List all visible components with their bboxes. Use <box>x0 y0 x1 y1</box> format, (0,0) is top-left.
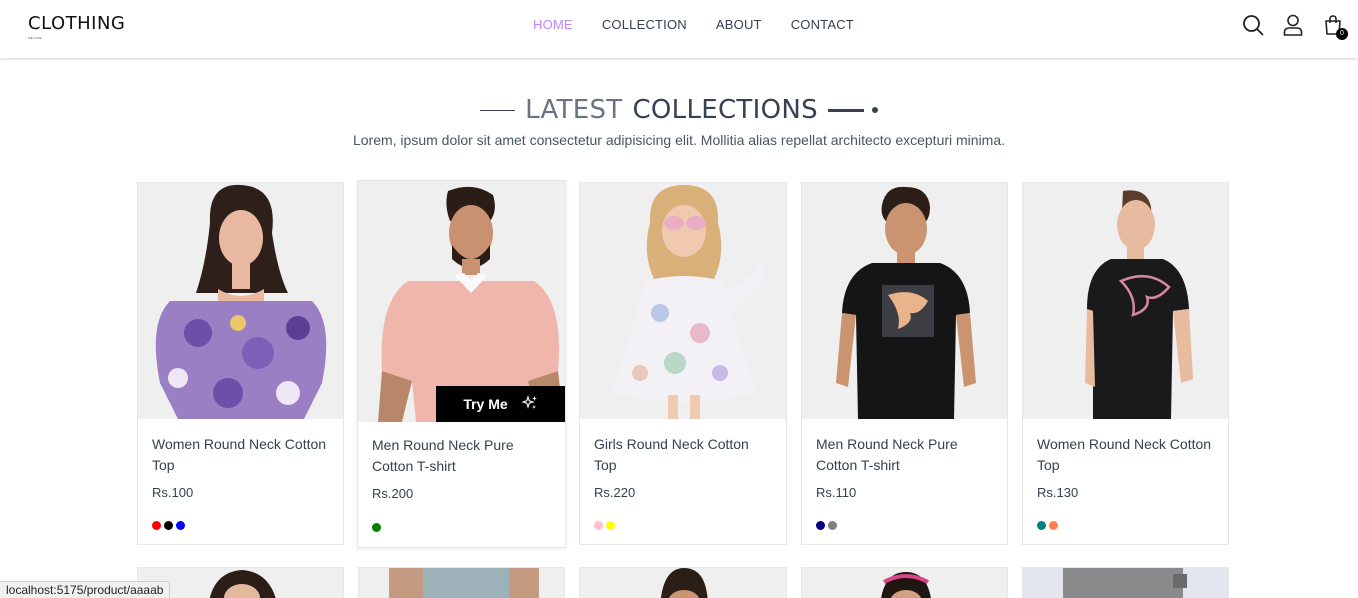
browser-status-url: localhost:5175/product/aaaab <box>0 581 171 598</box>
color-swatch-blue[interactable] <box>176 521 185 530</box>
color-swatch-teal[interactable] <box>1037 521 1046 530</box>
header-icons: 0 <box>1242 14 1348 40</box>
color-swatches <box>816 521 837 530</box>
logo[interactable]: CLOTHING WE LOVE <box>28 13 126 40</box>
section-title: LATEST COLLECTIONS <box>0 88 1358 125</box>
product-price: Rs.200 <box>372 486 414 501</box>
product-card-partial[interactable] <box>358 567 565 598</box>
product-price: Rs.130 <box>1037 485 1079 500</box>
product-price: Rs.110 <box>816 485 857 500</box>
product-card-partial[interactable] <box>801 567 1008 598</box>
nav-about[interactable]: ABOUT <box>716 17 762 32</box>
color-swatch-navy[interactable] <box>816 521 825 530</box>
title-line-left <box>480 109 516 111</box>
product-name[interactable]: Men Round Neck Pure Cotton T-shirt <box>816 434 996 476</box>
product-image[interactable] <box>1023 183 1228 419</box>
color-swatches <box>1037 521 1058 530</box>
main-nav: HOME COLLECTION ABOUT CONTACT <box>533 17 883 32</box>
product-card[interactable]: Men Round Neck Pure Cotton T-shirt Rs.11… <box>801 182 1008 545</box>
search-icon[interactable] <box>1242 14 1264 36</box>
product-price: Rs.100 <box>152 485 194 500</box>
color-swatch-red[interactable] <box>152 521 161 530</box>
nav-contact[interactable]: CONTACT <box>791 17 854 32</box>
site-header: CLOTHING WE LOVE HOME COLLECTION ABOUT C… <box>0 0 1358 58</box>
nav-home[interactable]: HOME <box>533 17 573 32</box>
title-light: LATEST <box>525 95 623 126</box>
section-subtitle: Lorem, ipsum dolor sit amet consectetur … <box>352 132 1006 148</box>
product-card[interactable]: Women Round Neck Cotton Top Rs.100 <box>137 182 344 545</box>
color-swatch-yellow[interactable] <box>606 521 615 530</box>
product-card[interactable]: Women Round Neck Cotton Top Rs.130 <box>1022 182 1229 545</box>
product-image[interactable] <box>580 568 787 598</box>
nav-collection[interactable]: COLLECTION <box>602 17 687 32</box>
cart-count-badge: 0 <box>1336 28 1348 40</box>
logo-tagline: WE LOVE <box>28 36 42 40</box>
color-swatch-green[interactable] <box>372 523 381 532</box>
color-swatches <box>594 521 615 530</box>
title-line-right <box>827 108 864 112</box>
color-swatches <box>372 523 381 532</box>
product-image[interactable] <box>580 183 786 419</box>
product-name[interactable]: Women Round Neck Cotton Top <box>1037 434 1217 476</box>
product-image[interactable] <box>359 568 565 598</box>
color-swatch-black[interactable] <box>164 521 173 530</box>
title-dot <box>871 107 878 114</box>
color-swatch-coral[interactable] <box>1049 521 1058 530</box>
product-name[interactable]: Women Round Neck Cotton Top <box>152 434 332 476</box>
product-card-partial[interactable] <box>579 567 787 598</box>
product-image[interactable] <box>1023 568 1229 598</box>
color-swatch-pink[interactable] <box>594 521 603 530</box>
try-me-label: Try Me <box>463 396 508 412</box>
product-card[interactable]: Girls Round Neck Cotton Top Rs.220 <box>579 182 787 545</box>
product-image[interactable] <box>138 183 343 419</box>
product-image[interactable] <box>802 568 1008 598</box>
logo-text: CLOTHING <box>28 13 126 34</box>
product-name[interactable]: Men Round Neck Pure Cotton T-shirt <box>372 435 552 477</box>
color-swatch-gray[interactable] <box>828 521 837 530</box>
product-card[interactable]: Try Me Men Round Neck Pure Cotton T-shir… <box>357 180 566 548</box>
title-dark: COLLECTIONS <box>632 95 818 126</box>
product-image[interactable] <box>802 183 1007 419</box>
try-me-button[interactable]: Try Me <box>436 386 565 422</box>
cart-icon[interactable]: 0 <box>1322 14 1348 40</box>
color-swatches <box>152 521 185 530</box>
sparkle-icon <box>520 394 538 414</box>
product-card-partial[interactable] <box>1022 567 1229 598</box>
product-name[interactable]: Girls Round Neck Cotton Top <box>594 434 774 476</box>
user-icon[interactable] <box>1282 14 1304 36</box>
product-price: Rs.220 <box>594 485 636 500</box>
